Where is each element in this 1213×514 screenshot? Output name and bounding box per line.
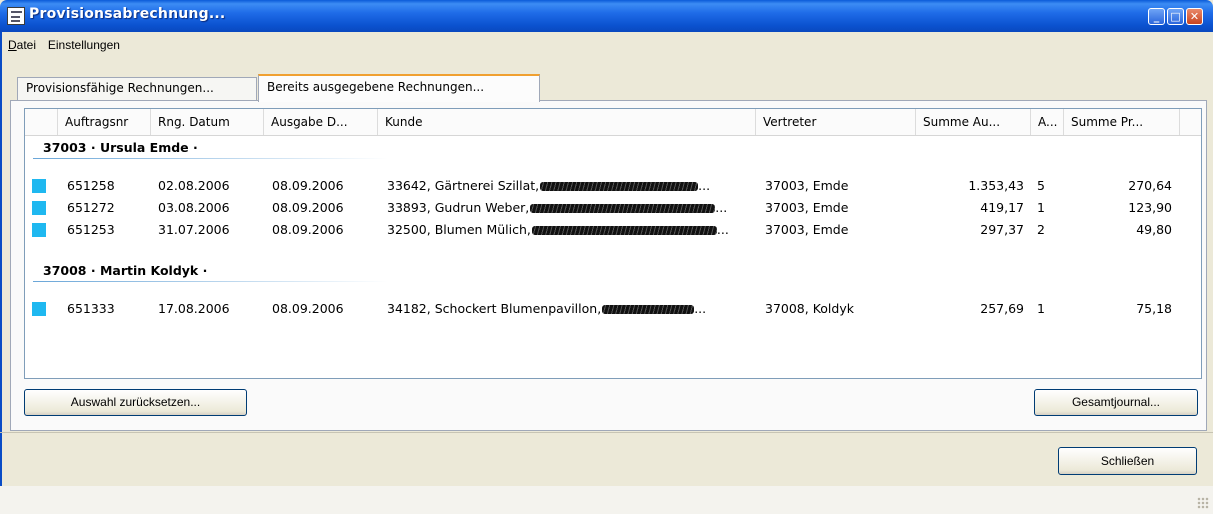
title-bar[interactable]: Provisionsabrechnung... _ □ ✕ [0, 0, 1213, 32]
menu-einstellungen-label: Einstellungen [47, 38, 120, 52]
cell-kunde-text: 34182, Schockert Blumenpavillon, [387, 301, 602, 316]
cell-ausgabe-datum: 08.09.2006 [272, 200, 344, 215]
reset-selection-button[interactable]: Auswahl zurücksetzen... [24, 389, 247, 416]
table-row[interactable]: 651253 31.07.2006 08.09.2006 32500, Blum… [25, 219, 1201, 241]
cell-kunde-ellipsis: ... [716, 222, 729, 237]
cell-auftragsnr: 651253 [67, 222, 115, 237]
group-header: 37008 · Martin Koldyk · [43, 263, 208, 278]
cell-anzahl: 1 [1037, 301, 1045, 316]
redaction-mark [531, 226, 717, 235]
row-status-marker [32, 302, 46, 316]
column-header-summe-provision[interactable]: Summe Pr... [1064, 109, 1180, 135]
cell-summe-provision: 123,90 [1128, 200, 1172, 215]
window-title: Provisionsabrechnung... [29, 6, 226, 22]
row-status-marker [32, 179, 46, 193]
cell-kunde-text: 33893, Gudrun Weber, [387, 200, 530, 215]
cell-auftragsnr: 651333 [67, 301, 115, 316]
divider [0, 432, 1213, 433]
column-header-summe-auftrag[interactable]: Summe Au... [916, 109, 1031, 135]
cell-summe-provision: 49,80 [1136, 222, 1172, 237]
minimize-button[interactable]: _ [1148, 8, 1165, 25]
column-header-marker[interactable] [25, 109, 58, 135]
cell-kunde-text: 33642, Gärtnerei Szillat, [387, 178, 540, 193]
close-button[interactable]: Schließen [1058, 447, 1197, 475]
menu-einstellungen[interactable]: Einstellungen [44, 36, 124, 54]
cell-rng-datum: 02.08.2006 [158, 178, 230, 193]
cell-kunde: 33893, Gudrun Weber,... [387, 197, 752, 219]
cell-summe-auftrag: 257,69 [980, 301, 1024, 316]
cell-vertreter: 37003, Emde [765, 222, 849, 237]
total-journal-button[interactable]: Gesamtjournal... [1034, 389, 1198, 416]
group-divider [33, 158, 388, 159]
app-document-icon [7, 7, 25, 25]
cell-kunde-ellipsis: ... [694, 301, 707, 316]
cell-auftragsnr: 651258 [67, 178, 115, 193]
redaction-mark [530, 204, 716, 213]
cell-auftragsnr: 651272 [67, 200, 115, 215]
cell-ausgabe-datum: 08.09.2006 [272, 222, 344, 237]
cell-anzahl: 1 [1037, 200, 1045, 215]
group-header: 37003 · Ursula Emde · [43, 140, 198, 155]
close-window-button[interactable]: ✕ [1186, 8, 1203, 25]
status-strip [0, 486, 1213, 514]
column-header-kunde[interactable]: Kunde [378, 109, 756, 135]
row-status-marker [32, 201, 46, 215]
group-divider [33, 281, 388, 282]
cell-summe-auftrag: 419,17 [980, 200, 1024, 215]
app-window: Provisionsabrechnung... _ □ ✕ Datei Eins… [0, 0, 1213, 514]
cell-kunde-ellipsis: ... [698, 178, 711, 193]
column-header-anzahl[interactable]: A... [1031, 109, 1064, 135]
window-frame-edge [0, 32, 2, 514]
tab-provisionsfaehige-rechnungen[interactable]: Provisionsfähige Rechnungen... [17, 77, 257, 101]
cell-vertreter: 37003, Emde [765, 178, 849, 193]
column-header-rng-datum[interactable]: Rng. Datum [151, 109, 264, 135]
cell-summe-provision: 75,18 [1136, 301, 1172, 316]
cell-summe-provision: 270,64 [1128, 178, 1172, 193]
cell-kunde: 33642, Gärtnerei Szillat,... [387, 175, 752, 197]
cell-vertreter: 37003, Emde [765, 200, 849, 215]
cell-summe-auftrag: 297,37 [980, 222, 1024, 237]
cell-kunde-ellipsis: ... [715, 200, 728, 215]
tab-bereits-ausgegebene-rechnungen[interactable]: Bereits ausgegebene Rechnungen... [258, 74, 540, 102]
column-header-auftragsnr[interactable]: Auftragsnr [58, 109, 151, 135]
cell-ausgabe-datum: 08.09.2006 [272, 178, 344, 193]
column-header-vertreter[interactable]: Vertreter [756, 109, 916, 135]
menu-datei-accel: D [8, 38, 17, 52]
cell-anzahl: 2 [1037, 222, 1045, 237]
cell-rng-datum: 31.07.2006 [158, 222, 230, 237]
invoice-table[interactable]: Auftragsnr Rng. Datum Ausgabe D... Kunde… [24, 108, 1202, 379]
resize-grip-icon[interactable] [1197, 497, 1209, 509]
table-row[interactable]: 651333 17.08.2006 08.09.2006 34182, Scho… [25, 298, 1201, 320]
cell-kunde-text: 32500, Blumen Mülich, [387, 222, 531, 237]
redaction-mark [602, 305, 695, 314]
menu-bar: Datei Einstellungen [4, 36, 124, 58]
cell-kunde: 32500, Blumen Mülich,... [387, 219, 752, 241]
table-row[interactable]: 651258 02.08.2006 08.09.2006 33642, Gärt… [25, 175, 1201, 197]
cell-anzahl: 5 [1037, 178, 1045, 193]
row-status-marker [32, 223, 46, 237]
cell-kunde: 34182, Schockert Blumenpavillon,... [387, 298, 752, 320]
maximize-button[interactable]: □ [1167, 8, 1184, 25]
cell-vertreter: 37008, Koldyk [765, 301, 854, 316]
cell-ausgabe-datum: 08.09.2006 [272, 301, 344, 316]
redaction-mark [540, 182, 699, 191]
column-header-ausgabe-datum[interactable]: Ausgabe D... [264, 109, 378, 135]
table-row[interactable]: 651272 03.08.2006 08.09.2006 33893, Gudr… [25, 197, 1201, 219]
cell-summe-auftrag: 1.353,43 [968, 178, 1024, 193]
cell-rng-datum: 03.08.2006 [158, 200, 230, 215]
menu-datei-label: atei [16, 38, 37, 52]
table-header: Auftragsnr Rng. Datum Ausgabe D... Kunde… [25, 109, 1201, 136]
menu-datei[interactable]: Datei [4, 36, 40, 54]
cell-rng-datum: 17.08.2006 [158, 301, 230, 316]
